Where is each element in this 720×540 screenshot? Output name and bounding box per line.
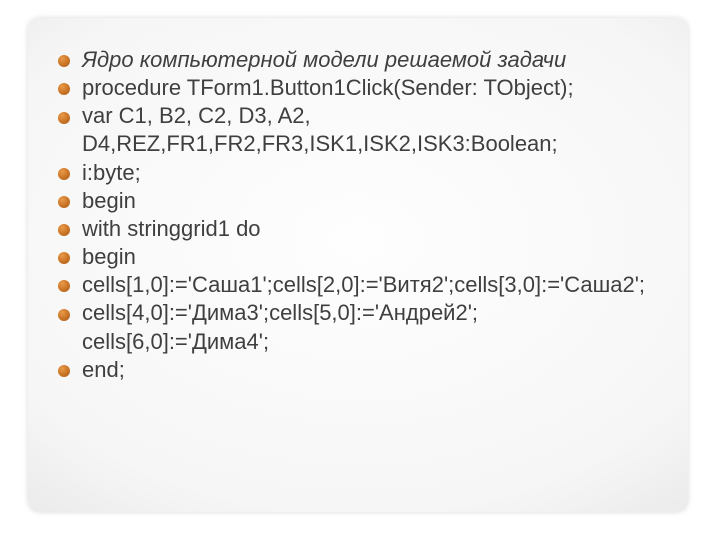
list-item: i:byte;: [56, 159, 660, 187]
list-item: end;: [56, 356, 660, 384]
line-text: i:byte;: [82, 160, 141, 185]
line-text: with stringgrid1 do: [82, 216, 261, 241]
list-item: begin: [56, 187, 660, 215]
list-item: with stringgrid1 do: [56, 215, 660, 243]
list-item: begin: [56, 243, 660, 271]
line-text: cells[1,0]:='Саша1';cells[2,0]:='Витя2';…: [82, 272, 645, 297]
line-text: cells[4,0]:='Дима3';cells[5,0]:='Андрей2…: [82, 300, 478, 353]
list-item: cells[4,0]:='Дима3';cells[5,0]:='Андрей2…: [56, 299, 660, 355]
list-item: Ядро компьютерной модели решаемой задачи: [56, 46, 660, 74]
line-text: begin: [82, 188, 136, 213]
line-text: procedure TForm1.Button1Click(Sender: TO…: [82, 75, 574, 100]
line-text: Ядро компьютерной модели решаемой задачи: [82, 47, 566, 72]
bullet-list: Ядро компьютерной модели решаемой задачи…: [56, 46, 660, 384]
list-item: cells[1,0]:='Саша1';cells[2,0]:='Витя2';…: [56, 271, 660, 299]
line-text: begin: [82, 244, 136, 269]
slide: Ядро компьютерной модели решаемой задачи…: [0, 0, 720, 540]
line-text: var C1, B2, C2, D3, A2, D4,REZ,FR1,FR2,F…: [82, 103, 558, 156]
list-item: var C1, B2, C2, D3, A2, D4,REZ,FR1,FR2,F…: [56, 102, 660, 158]
line-text: end;: [82, 357, 125, 382]
list-item: procedure TForm1.Button1Click(Sender: TO…: [56, 74, 660, 102]
content-panel: Ядро компьютерной модели решаемой задачи…: [28, 18, 688, 512]
